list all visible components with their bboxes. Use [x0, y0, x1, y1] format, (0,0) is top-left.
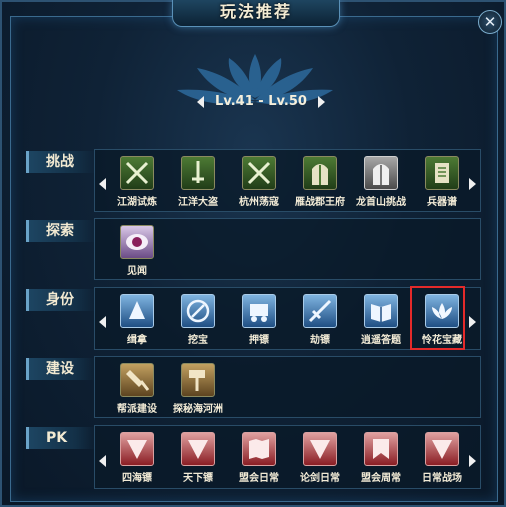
banner-icon[interactable] [364, 432, 398, 466]
book-icon[interactable] [364, 294, 398, 328]
eye-icon[interactable] [120, 225, 154, 259]
row-challenge-next-arrow[interactable] [469, 178, 476, 190]
level-range: Lv.41 - Lv.50 [215, 94, 307, 109]
activity-item[interactable]: 盟会周常 [350, 428, 412, 488]
highlight-frame [410, 286, 465, 350]
activity-label: 日常战场 [422, 473, 462, 484]
activity-item[interactable]: 探秘海河洲 [167, 359, 229, 419]
activity-item[interactable]: 兵器谱 [411, 152, 473, 212]
category-tab-build[interactable]: 建设 [26, 358, 96, 380]
category-label: PK [46, 430, 68, 446]
activity-item[interactable]: 龙首山挑战 [350, 152, 412, 212]
activity-item[interactable]: 见闻 [106, 221, 168, 281]
close-button[interactable]: ✕ [478, 10, 502, 34]
pennant-icon[interactable] [120, 432, 154, 466]
arrest-icon[interactable] [120, 294, 154, 328]
row-identity-prev-arrow[interactable] [99, 316, 106, 328]
row-identity-next-arrow[interactable] [469, 316, 476, 328]
category-tab-pk[interactable]: PK [26, 427, 96, 449]
row-pk: 四海镖 天下镖 盟会日常 论剑日常 盟会周常 日常战场 [94, 425, 481, 489]
level-selector: Lv.41 - Lv.50 [197, 91, 325, 113]
activity-item[interactable]: 缉拿 [106, 290, 168, 350]
activity-item[interactable]: 挖宝 [167, 290, 229, 350]
row-identity: 缉拿 挖宝 押镖 劫镖 逍遥答题 怜花宝藏 [94, 286, 481, 350]
activity-item[interactable]: 帮派建设 [106, 359, 168, 419]
gate-icon[interactable] [364, 156, 398, 190]
activity-item[interactable]: 劫镖 [289, 290, 351, 350]
activity-item[interactable]: 日常战场 [411, 428, 473, 488]
activity-item[interactable]: 逍遥答题 [350, 290, 412, 350]
scroll-icon[interactable] [425, 156, 459, 190]
pennant-icon[interactable] [425, 432, 459, 466]
activity-item[interactable]: 雁战郡王府 [289, 152, 351, 212]
category-tab-identity[interactable]: 身份 [26, 289, 96, 311]
category-label: 探索 [46, 223, 74, 239]
category-tab-explore[interactable]: 探索 [26, 220, 96, 242]
pennant-icon[interactable] [181, 432, 215, 466]
activity-label: 见闻 [127, 266, 147, 277]
gate-icon[interactable] [303, 156, 337, 190]
activity-item[interactable]: 论剑日常 [289, 428, 351, 488]
crossed-swords-icon[interactable] [242, 156, 276, 190]
row-challenge-prev-arrow[interactable] [99, 178, 106, 190]
level-next-arrow[interactable] [318, 96, 325, 108]
blade-icon[interactable] [303, 294, 337, 328]
pennant-icon[interactable] [303, 432, 337, 466]
map-icon[interactable] [242, 432, 276, 466]
activity-item[interactable]: 四海镖 [106, 428, 168, 488]
row-challenge: 江湖试炼 江洋大盗 杭州荡寇 雁战郡王府 龙首山挑战 兵器谱 [94, 149, 481, 212]
cart-icon[interactable] [242, 294, 276, 328]
crossed-swords-icon[interactable] [120, 156, 154, 190]
category-label: 身份 [46, 292, 74, 308]
shovel-icon[interactable] [181, 294, 215, 328]
title-plate: 玩法推荐 [172, 0, 340, 27]
activity-label: 兵器谱 [427, 197, 457, 208]
level-prev-arrow[interactable] [197, 96, 204, 108]
row-explore: 见闻 [94, 218, 481, 280]
row-pk-prev-arrow[interactable] [99, 455, 106, 467]
activity-item[interactable]: 天下镖 [167, 428, 229, 488]
hammer-icon[interactable] [181, 363, 215, 397]
panel-title: 玩法推荐 [219, 2, 292, 21]
axe-icon[interactable] [120, 363, 154, 397]
activity-item[interactable]: 盟会日常 [228, 428, 290, 488]
activity-item[interactable]: 押镖 [228, 290, 290, 350]
recommend-panel: 玩法推荐 ✕ Lv.41 - Lv.50 挑战 江湖试炼 江洋大盗 杭州荡寇 雁… [0, 0, 506, 507]
category-label: 建设 [46, 361, 74, 377]
activity-label: 探秘海河洲 [173, 404, 223, 415]
row-build: 帮派建设 探秘海河洲 [94, 356, 481, 418]
row-pk-next-arrow[interactable] [469, 455, 476, 467]
activity-item[interactable]: 杭州荡寇 [228, 152, 290, 212]
activity-item[interactable]: 江洋大盗 [167, 152, 229, 212]
category-label: 挑战 [46, 154, 74, 170]
category-tab-challenge[interactable]: 挑战 [26, 151, 96, 173]
activity-item[interactable]: 江湖试炼 [106, 152, 168, 212]
sword-icon[interactable] [181, 156, 215, 190]
